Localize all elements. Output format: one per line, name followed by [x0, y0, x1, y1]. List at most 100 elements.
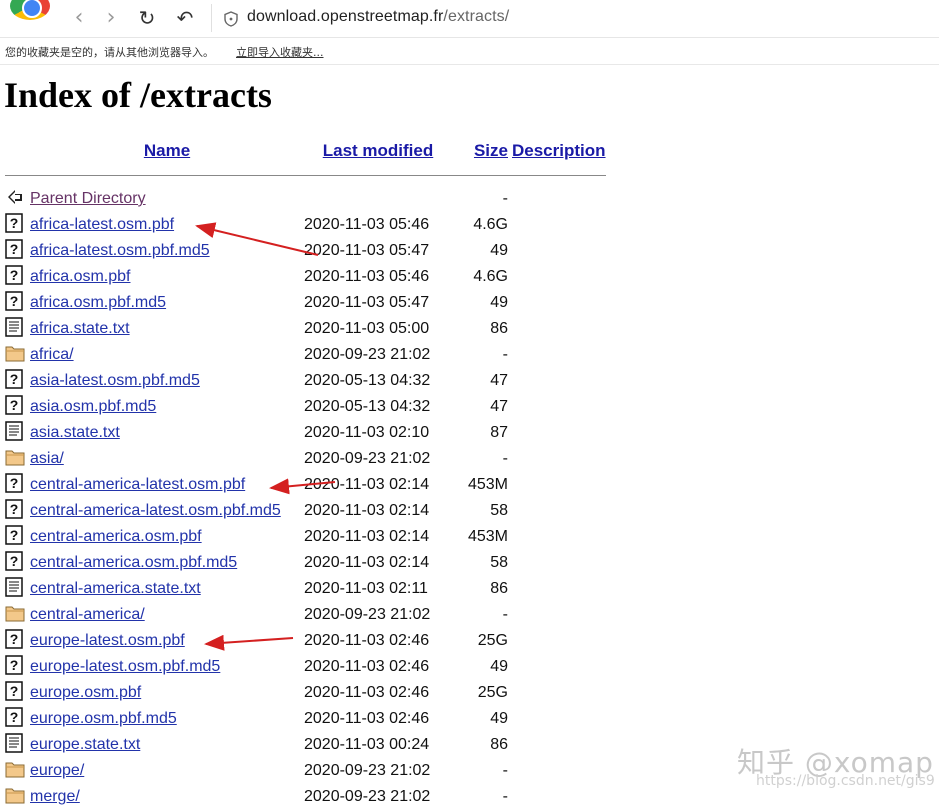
modified-cell: 2020-09-23 21:02 [304, 788, 431, 805]
svg-text:?: ? [10, 501, 19, 517]
icon-cell [5, 732, 30, 758]
sort-by-modified-link[interactable]: Last modified [323, 141, 434, 160]
import-bookmarks-link[interactable]: 立即导入收藏夹... [236, 44, 324, 60]
icon-cell: ? [5, 368, 30, 394]
file-link[interactable]: asia/ [30, 450, 64, 467]
header-last-modified: Last modified [304, 138, 452, 164]
description-cell [508, 784, 606, 810]
description-cell [508, 264, 606, 290]
sort-by-description-link[interactable]: Description [512, 141, 606, 160]
file-link[interactable]: africa-latest.osm.pbf [30, 216, 174, 233]
size-cell: - [502, 762, 508, 779]
undo-icon[interactable]: ↶ [172, 6, 198, 30]
size-cell: 86 [490, 580, 508, 597]
file-link[interactable]: europe/ [30, 762, 84, 779]
table-row: ? central-america-latest.osm.pbf.md5 2020-… [5, 498, 606, 524]
modified-cell: 2020-11-03 02:46 [304, 710, 430, 727]
description-cell [508, 680, 606, 706]
address-bar[interactable]: download.openstreetmap.fr/extracts/ [247, 8, 509, 26]
icon-cell [5, 316, 30, 342]
unknown-file-icon: ? [5, 212, 30, 238]
modified-cell: 2020-11-03 05:47 [304, 294, 430, 311]
file-link[interactable]: asia-latest.osm.pbf.md5 [30, 372, 200, 389]
file-link[interactable]: europe.osm.pbf.md5 [30, 710, 177, 727]
description-cell [508, 212, 606, 238]
file-link[interactable]: asia.osm.pbf.md5 [30, 398, 156, 415]
size-cell: 47 [490, 398, 508, 415]
file-link[interactable]: europe-latest.osm.pbf.md5 [30, 658, 220, 675]
modified-cell: 2020-11-03 02:46 [304, 684, 430, 701]
file-link[interactable]: merge/ [30, 788, 80, 805]
table-row: asia/2020-09-23 21:02 - [5, 446, 606, 472]
table-row: ? europe.osm.pbf 2020-11-03 02:46 25G [5, 680, 606, 706]
size-cell: 87 [490, 424, 508, 441]
file-link[interactable]: africa.osm.pbf.md5 [30, 294, 166, 311]
shield-icon[interactable] [224, 11, 238, 27]
sort-by-name-link[interactable]: Name [144, 141, 190, 160]
icon-cell: ? [5, 680, 30, 706]
folder-icon [5, 448, 30, 471]
size-cell: 86 [490, 320, 508, 337]
file-link[interactable]: europe.osm.pbf [30, 684, 141, 701]
file-link[interactable]: asia.state.txt [30, 424, 120, 441]
page-title: Index of /extracts [4, 75, 272, 115]
file-link[interactable]: africa-latest.osm.pbf.md5 [30, 242, 210, 259]
forward-arrow-icon[interactable]: › [98, 6, 124, 30]
file-link[interactable]: central-america-latest.osm.pbf.md5 [30, 502, 281, 519]
modified-cell: 2020-05-13 04:32 [304, 398, 431, 415]
back-arrow-icon[interactable]: ‹ [66, 6, 92, 30]
svg-text:?: ? [10, 267, 19, 283]
table-row: europe.state.txt 2020-11-03 00:24 86 [5, 732, 606, 758]
bookmarks-empty-message: 您的收藏夹是空的，请从其他浏览器导入。 [5, 46, 214, 59]
description-cell [508, 628, 606, 654]
description-cell [508, 758, 606, 784]
modified-cell: 2020-09-23 21:02 [304, 762, 431, 779]
file-link[interactable]: africa.osm.pbf [30, 268, 130, 285]
name-cell: europe.state.txt [30, 732, 304, 758]
watermark-url: https://blog.csdn.net/gis9 [756, 773, 935, 789]
modified-cell: 2020-11-03 02:14 [304, 528, 430, 545]
size-cell: - [502, 450, 508, 467]
icon-cell [5, 446, 30, 472]
name-cell: central-america-latest.osm.pbf [30, 472, 304, 498]
description-cell [508, 368, 606, 394]
table-row: central-america.state.txt 2020-11-03 02:1… [5, 576, 606, 602]
svg-text:?: ? [10, 683, 19, 699]
size-cell: 49 [490, 710, 508, 727]
file-link[interactable]: central-america.osm.pbf.md5 [30, 554, 237, 571]
file-link[interactable]: central-america-latest.osm.pbf [30, 476, 245, 493]
svg-text:?: ? [10, 371, 19, 387]
modified-cell: 2020-11-03 00:24 [304, 736, 430, 753]
name-cell: africa.state.txt [30, 316, 304, 342]
browser-logo-icon[interactable] [10, 0, 50, 20]
description-cell [508, 316, 606, 342]
icon-cell: ? [5, 550, 30, 576]
file-link[interactable]: central-america.state.txt [30, 580, 201, 597]
modified-cell: 2020-09-23 21:02 [304, 450, 431, 467]
size-cell: 49 [490, 242, 508, 259]
sort-by-size-link[interactable]: Size [474, 141, 508, 160]
unknown-file-icon: ? [5, 654, 30, 680]
file-link[interactable]: africa.state.txt [30, 320, 130, 337]
toolbar-divider [211, 4, 212, 32]
file-link[interactable]: central-america.osm.pbf [30, 528, 202, 545]
header-name: Name [30, 138, 304, 164]
name-cell: central-america-latest.osm.pbf.md5 [30, 498, 304, 524]
icon-cell: ? [5, 264, 30, 290]
file-link[interactable]: central-america/ [30, 606, 145, 623]
file-link[interactable]: Parent Directory [30, 190, 146, 207]
file-link[interactable]: africa/ [30, 346, 74, 363]
description-cell [508, 472, 606, 498]
divider [5, 174, 606, 176]
file-link[interactable]: europe-latest.osm.pbf [30, 632, 185, 649]
folder-icon [5, 604, 30, 627]
file-link[interactable]: europe.state.txt [30, 736, 140, 753]
table-row: ? central-america-latest.osm.pbf 2020-11-0… [5, 472, 606, 498]
reload-icon[interactable]: ↻ [134, 6, 160, 30]
description-cell [508, 420, 606, 446]
size-cell: 453M [467, 528, 508, 545]
url-host: download.openstreetmap.fr [247, 8, 444, 25]
unknown-file-icon: ? [5, 394, 30, 420]
description-cell [508, 706, 606, 732]
icon-cell [5, 784, 30, 810]
